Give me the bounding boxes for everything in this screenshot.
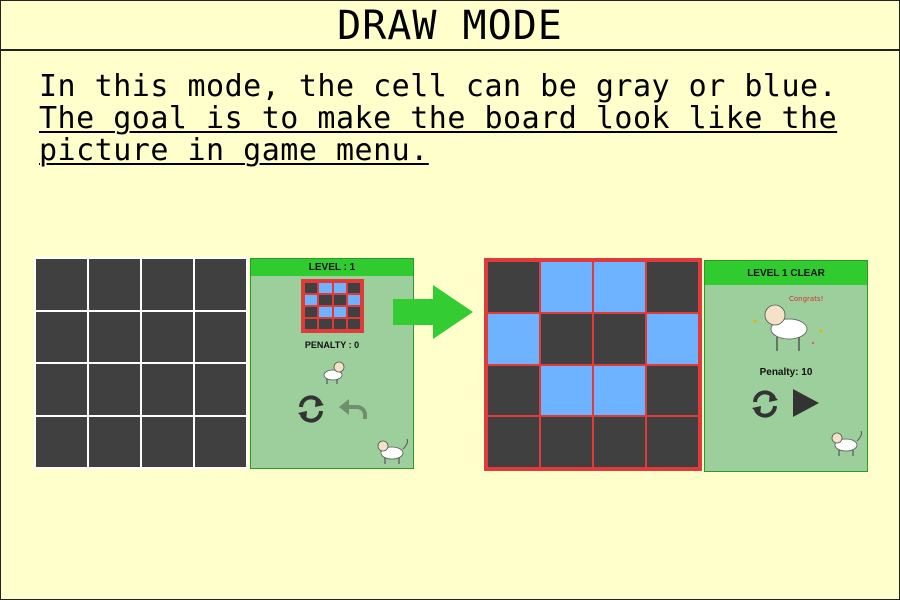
- board-cell-1-0[interactable]: [488, 313, 539, 364]
- target-cell-1-0: [305, 295, 318, 305]
- board-cell-0-0[interactable]: [488, 262, 539, 312]
- target-cell-0-3: [347, 283, 360, 293]
- target-cell-3-2: [333, 319, 346, 329]
- undo-icon[interactable]: [337, 397, 369, 423]
- right-game-menu: LEVEL 1 CLEAR Congrats! Penalty: 10: [704, 260, 868, 472]
- title-bar: DRAW MODE: [1, 1, 899, 51]
- target-cell-3-3: [347, 319, 360, 329]
- target-cell-1-2: [333, 295, 346, 305]
- board-cell-1-2[interactable]: [594, 313, 645, 364]
- board-cell-2-0[interactable]: [488, 365, 539, 416]
- dog-mascot-icon: [323, 361, 345, 384]
- board-cell-3-3[interactable]: [195, 416, 246, 467]
- target-cell-2-2: [333, 307, 346, 317]
- play-icon[interactable]: [791, 387, 821, 419]
- board-cell-3-1[interactable]: [89, 416, 140, 467]
- board-cell-2-1[interactable]: [89, 364, 140, 415]
- board-cell-2-2[interactable]: [594, 365, 645, 416]
- board-cell-0-0[interactable]: [36, 259, 87, 310]
- board-cell-3-2[interactable]: [594, 417, 645, 467]
- congrats-text: Congrats!: [789, 295, 823, 303]
- board-cell-1-2[interactable]: [142, 311, 193, 362]
- target-cell-1-1: [319, 295, 332, 305]
- board-cell-0-2[interactable]: [594, 262, 645, 312]
- target-cell-0-1: [319, 283, 332, 293]
- reset-icon[interactable]: [749, 388, 781, 420]
- board-cell-0-1[interactable]: [89, 259, 140, 310]
- target-cell-0-0: [305, 283, 318, 293]
- board-cell-3-0[interactable]: [36, 416, 87, 467]
- description: In this mode, the cell can be gray or bl…: [39, 71, 879, 167]
- board-cell-2-2[interactable]: [142, 364, 193, 415]
- dog-corner-icon: [377, 438, 408, 464]
- arrow-right-icon: [393, 285, 473, 339]
- page-title: DRAW MODE: [337, 3, 563, 49]
- left-game-menu: LEVEL : 1 PENALTY : 0: [250, 258, 414, 469]
- left-game-board: [34, 257, 248, 469]
- right-game-board: [484, 258, 702, 471]
- board-cell-1-3[interactable]: [647, 313, 698, 364]
- board-cell-3-1[interactable]: [541, 417, 592, 467]
- target-cell-0-2: [333, 283, 346, 293]
- target-cell-2-3: [347, 307, 360, 317]
- target-cell-3-0: [305, 319, 318, 329]
- level-header: LEVEL : 1: [251, 259, 413, 276]
- target-cell-1-3: [347, 295, 360, 305]
- board-cell-1-1[interactable]: [541, 313, 592, 364]
- description-line-2: The goal is to make the board look like …: [39, 101, 838, 136]
- penalty-label: Penalty: 10: [759, 367, 813, 378]
- page-frame: DRAW MODE In this mode, the cell can be …: [0, 0, 900, 600]
- board-cell-3-0[interactable]: [488, 417, 539, 467]
- reset-icon[interactable]: [295, 393, 327, 425]
- board-cell-3-3[interactable]: [647, 417, 698, 467]
- board-cell-1-3[interactable]: [195, 311, 246, 362]
- board-cell-2-0[interactable]: [36, 364, 87, 415]
- board-cell-1-1[interactable]: [89, 311, 140, 362]
- board-cell-0-3[interactable]: [195, 259, 246, 310]
- board-cell-0-1[interactable]: [541, 262, 592, 312]
- congrats-dog-icon: Congrats!: [753, 295, 823, 351]
- dog-corner-icon: [831, 430, 862, 456]
- board-cell-2-1[interactable]: [541, 365, 592, 416]
- board-cell-1-0[interactable]: [36, 311, 87, 362]
- board-cell-2-3[interactable]: [195, 364, 246, 415]
- description-line-1: In this mode, the cell can be gray or bl…: [39, 69, 838, 104]
- target-cell-2-1: [319, 307, 332, 317]
- penalty-label: PENALTY : 0: [304, 340, 360, 350]
- target-cell-3-1: [319, 319, 332, 329]
- description-line-3: picture in game menu.: [39, 133, 429, 168]
- board-cell-0-2[interactable]: [142, 259, 193, 310]
- level-clear-header: LEVEL 1 CLEAR: [705, 261, 867, 285]
- target-cell-2-0: [305, 307, 318, 317]
- board-cell-0-3[interactable]: [647, 262, 698, 312]
- board-cell-3-2[interactable]: [142, 416, 193, 467]
- target-picture: [301, 279, 364, 333]
- board-cell-2-3[interactable]: [647, 365, 698, 416]
